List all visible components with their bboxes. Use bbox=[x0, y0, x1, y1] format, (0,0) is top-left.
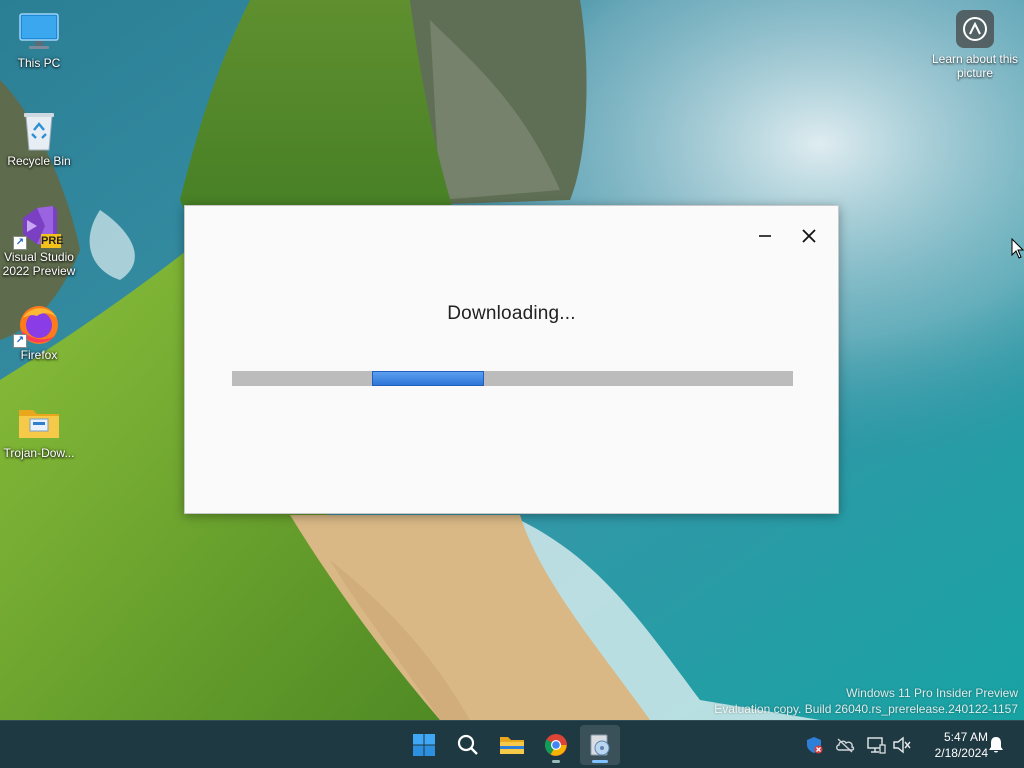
file-explorer-button[interactable] bbox=[492, 725, 532, 765]
defender-shield-icon[interactable] bbox=[804, 735, 824, 755]
shortcut-arrow-icon: ↗ bbox=[13, 334, 27, 348]
mouse-cursor-icon bbox=[1011, 237, 1024, 265]
build-watermark: Windows 11 Pro Insider Preview Evaluatio… bbox=[714, 685, 1018, 717]
learn-about-picture[interactable]: Learn about this picture bbox=[930, 10, 1020, 80]
system-clock[interactable]: 5:47 AM 2/18/2024 bbox=[918, 729, 988, 761]
learn-about-label: Learn about this picture bbox=[931, 52, 1019, 80]
desktop-icon-this-pc[interactable]: This PC bbox=[0, 10, 78, 70]
desktop-icon-label: Firefox bbox=[20, 348, 58, 362]
dialog-status-text: Downloading... bbox=[447, 303, 576, 324]
desktop-icon-label: Visual Studio 2022 Preview bbox=[2, 250, 76, 278]
taskbar: 5:47 AM 2/18/2024 bbox=[0, 720, 1024, 768]
watermark-line-1: Windows 11 Pro Insider Preview bbox=[846, 686, 1018, 700]
running-indicator bbox=[552, 760, 560, 763]
progress-bar bbox=[232, 371, 793, 386]
desktop-icon-label: This PC bbox=[17, 56, 61, 70]
minimize-icon bbox=[759, 235, 771, 237]
desktop-icon-visual-studio[interactable]: PRE ↗ Visual Studio 2022 Preview bbox=[0, 204, 78, 278]
windows-logo-icon bbox=[413, 734, 435, 756]
progress-fill bbox=[372, 371, 484, 386]
search-button[interactable] bbox=[448, 725, 488, 765]
downloader-app-button[interactable] bbox=[580, 725, 620, 765]
download-dialog: Downloading... bbox=[184, 205, 839, 514]
preview-badge: PRE bbox=[41, 235, 64, 247]
visual-studio-icon: PRE ↗ bbox=[13, 204, 65, 250]
desktop-icon-trojan-downloader[interactable]: Trojan-Dow... bbox=[0, 400, 78, 460]
folder-icon bbox=[17, 400, 61, 444]
desktop-icon-recycle-bin[interactable]: Recycle Bin bbox=[0, 108, 78, 168]
notification-bell-icon[interactable] bbox=[986, 735, 1006, 755]
chrome-icon bbox=[545, 734, 567, 756]
camera-info-icon bbox=[956, 10, 994, 48]
watermark-line-2: Evaluation copy. Build 26040.rs_prerelea… bbox=[714, 702, 1018, 716]
shortcut-arrow-icon: ↗ bbox=[13, 236, 27, 250]
monitor-icon bbox=[17, 10, 61, 54]
minimize-button[interactable] bbox=[747, 220, 783, 252]
clock-time: 5:47 AM bbox=[943, 730, 988, 744]
running-indicator bbox=[592, 760, 608, 763]
onedrive-offline-icon[interactable] bbox=[835, 735, 855, 755]
start-button[interactable] bbox=[404, 725, 444, 765]
desktop-icon-label: Trojan-Dow... bbox=[3, 446, 75, 460]
chrome-button[interactable] bbox=[536, 725, 576, 765]
desktop-icon-label: Recycle Bin bbox=[7, 154, 71, 168]
installer-app-icon bbox=[590, 734, 610, 756]
desktop-icon-firefox[interactable]: ↗ Firefox bbox=[0, 302, 78, 362]
close-button[interactable] bbox=[791, 220, 827, 252]
search-icon bbox=[457, 734, 478, 755]
volume-muted-icon[interactable] bbox=[892, 735, 912, 755]
close-icon bbox=[802, 229, 816, 243]
file-explorer-icon bbox=[500, 737, 524, 754]
clock-date: 2/18/2024 bbox=[934, 746, 988, 760]
firefox-icon: ↗ bbox=[13, 302, 61, 348]
recycle-bin-icon bbox=[17, 108, 61, 152]
network-icon[interactable] bbox=[866, 735, 886, 755]
